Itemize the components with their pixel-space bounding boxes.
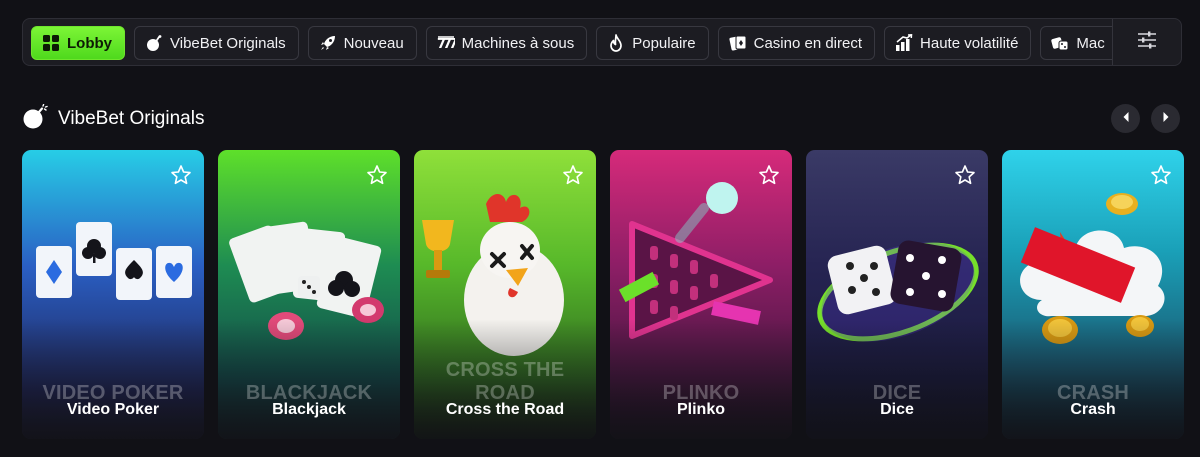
card-shade [22,319,204,439]
category-lobby[interactable]: Lobby [31,26,125,60]
card-shade [218,319,400,439]
game-title: Cross the Road [445,401,565,418]
category-bar: Lobby VibeBet Originals Nouveau 777 Mach… [22,18,1182,66]
game-title: Blackjack [272,401,346,418]
chart-up-icon [895,34,913,52]
game-watermark-title: CROSS THE ROAD [445,359,565,404]
star-icon[interactable] [170,164,192,186]
category-haute-volatilite[interactable]: Haute volatilité [884,26,1032,60]
category-label: Haute volatilité [920,34,1019,52]
bomb-icon [22,103,48,135]
chevron-right-icon [1161,110,1171,128]
carousel-nav [1111,104,1180,133]
star-icon[interactable] [954,164,976,186]
game-carousel: VIDEO POKER Video Poker BLACKJACK Blackj… [22,150,1184,439]
game-card-blackjack[interactable]: BLACKJACK Blackjack [218,150,400,439]
filter-button[interactable] [1113,19,1181,65]
game-title: Dice [880,401,914,418]
grid-icon [42,34,60,52]
chevron-left-icon [1121,110,1131,128]
category-vibebet-originals[interactable]: VibeBet Originals [134,26,299,60]
star-icon[interactable] [758,164,780,186]
star-icon[interactable] [562,164,584,186]
category-label: Populaire [632,34,696,52]
star-icon[interactable] [1150,164,1172,186]
dice-icon [1051,34,1069,52]
flame-icon [607,34,625,52]
category-nouveau[interactable]: Nouveau [307,26,417,60]
slot-machine-icon: 777 [437,34,455,52]
prev-button[interactable] [1111,104,1140,133]
cards-icon [729,34,747,52]
rocket-icon [319,34,337,52]
sliders-icon [1137,31,1157,54]
section-title: VibeBet Originals [58,108,205,129]
category-casino-en-direct[interactable]: Casino en direct [717,26,876,60]
game-title: Video Poker [66,401,160,418]
category-label: Machines à sous [461,34,575,52]
game-card-cross-the-road[interactable]: CROSS THE ROAD Cross the Road [414,150,596,439]
category-label: Lobby [67,34,112,52]
card-shade [1002,319,1184,439]
category-populaire[interactable]: Populaire [596,26,709,60]
section-header: VibeBet Originals [22,103,205,135]
category-machines-a-sous[interactable]: 777 Machines à sous [425,26,588,60]
category-label: Mac [1076,34,1105,52]
game-card-dice[interactable]: DICE Dice [806,150,988,439]
category-mac[interactable]: Mac [1040,26,1113,60]
category-scroll[interactable]: Lobby VibeBet Originals Nouveau 777 Mach… [31,26,1113,60]
next-button[interactable] [1151,104,1180,133]
game-title: Crash [1070,401,1116,418]
category-label: Nouveau [343,34,404,52]
card-shade [610,319,792,439]
category-label: VibeBet Originals [170,34,286,52]
card-shade [806,319,988,439]
category-label: Casino en direct [753,34,863,52]
game-card-plinko[interactable]: PLINKO Plinko [610,150,792,439]
bomb-icon [145,34,163,52]
svg-text:7: 7 [449,37,455,52]
game-title: Plinko [676,401,725,418]
game-card-video-poker[interactable]: VIDEO POKER Video Poker [22,150,204,439]
star-icon[interactable] [366,164,388,186]
game-card-crash[interactable]: CRASH Crash [1002,150,1184,439]
